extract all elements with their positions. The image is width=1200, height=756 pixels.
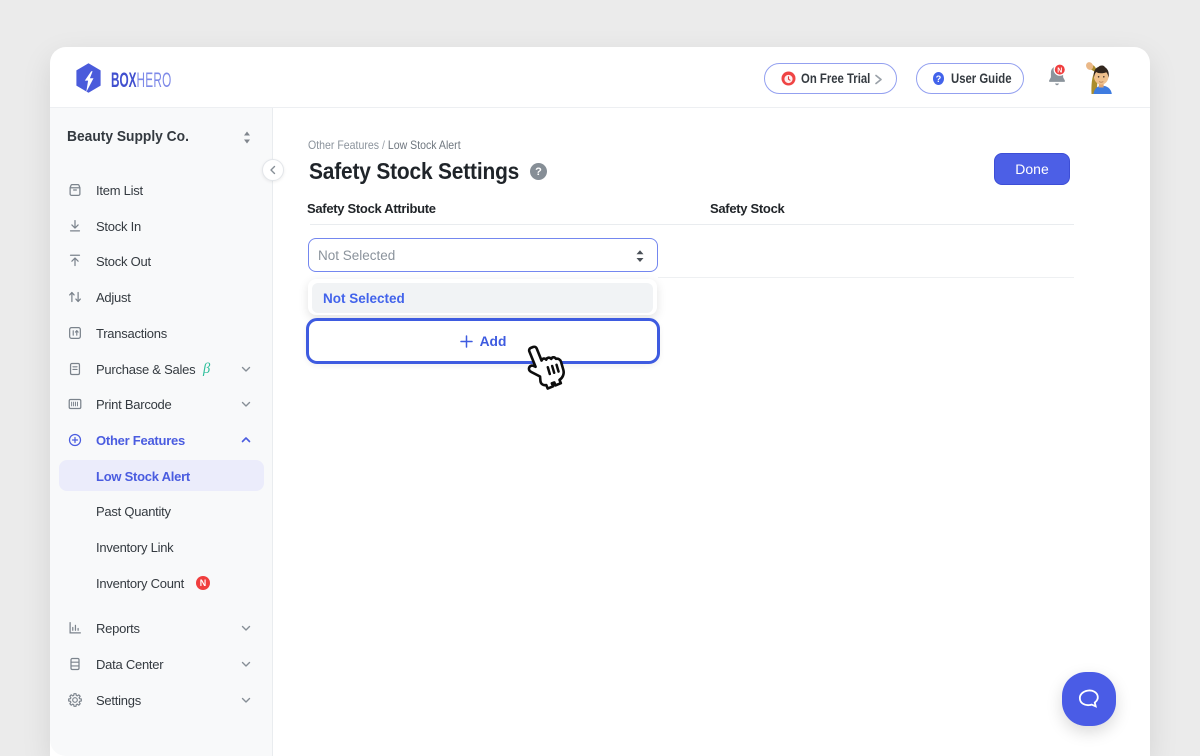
svg-text:N: N xyxy=(1057,67,1062,74)
